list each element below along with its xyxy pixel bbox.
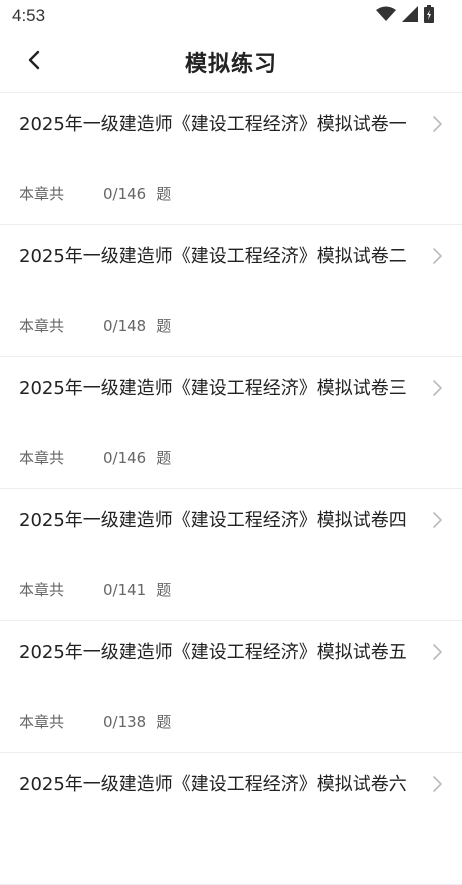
page-title: 模拟练习 <box>184 52 277 77</box>
item-title: 2025年一级建造师《建设工程经济》模拟试卷一 <box>19 114 407 135</box>
list-item[interactable]: 2025年一级建造师《建设工程经济》模拟试卷四 本章共 0/141 题 <box>0 489 462 621</box>
chevron-right-icon <box>430 379 444 397</box>
status-bar: 4:53 <box>0 0 462 32</box>
item-unit: 题 <box>156 581 172 599</box>
chevron-right-icon <box>430 247 444 265</box>
item-progress-count: 0/146 <box>103 184 147 203</box>
item-meta-label: 本章共 <box>19 317 65 335</box>
chevron-right-icon <box>430 115 444 133</box>
item-progress-count: 0/146 <box>103 448 147 467</box>
list-item[interactable]: 2025年一级建造师《建设工程经济》模拟试卷二 本章共 0/148 题 <box>0 225 462 357</box>
item-progress-count: 0/148 <box>103 316 147 335</box>
app-header: 模拟练习 <box>0 32 462 93</box>
item-meta-label: 本章共 <box>19 713 65 731</box>
chevron-right-icon <box>430 511 444 529</box>
list-item[interactable]: 2025年一级建造师《建设工程经济》模拟试卷一 本章共 0/146 题 <box>0 93 462 225</box>
chevron-right-icon <box>430 643 444 661</box>
item-meta: 本章共 0/146 题 <box>19 447 171 468</box>
list-item[interactable]: 2025年一级建造师《建设工程经济》模拟试卷六 <box>0 753 462 885</box>
battery-icon <box>424 5 434 27</box>
exam-list: 2025年一级建造师《建设工程经济》模拟试卷一 本章共 0/146 题 2025… <box>0 93 462 885</box>
item-unit: 题 <box>156 449 172 467</box>
list-item[interactable]: 2025年一级建造师《建设工程经济》模拟试卷五 本章共 0/138 题 <box>0 621 462 753</box>
wifi-icon <box>376 6 396 26</box>
status-time: 4:53 <box>12 6 46 25</box>
list-item[interactable]: 2025年一级建造师《建设工程经济》模拟试卷三 本章共 0/146 题 <box>0 357 462 489</box>
item-title: 2025年一级建造师《建设工程经济》模拟试卷六 <box>19 774 407 795</box>
item-unit: 题 <box>156 713 172 731</box>
item-meta-label: 本章共 <box>19 185 65 203</box>
item-meta-label: 本章共 <box>19 449 65 467</box>
item-title: 2025年一级建造师《建设工程经济》模拟试卷五 <box>19 642 407 663</box>
status-icons <box>376 5 434 27</box>
item-meta: 本章共 0/146 题 <box>19 183 171 204</box>
item-progress-count: 0/141 <box>103 580 147 599</box>
chevron-right-icon <box>430 775 444 793</box>
item-title: 2025年一级建造师《建设工程经济》模拟试卷四 <box>19 510 407 531</box>
item-unit: 题 <box>156 317 172 335</box>
item-title: 2025年一级建造师《建设工程经济》模拟试卷三 <box>19 378 407 399</box>
item-meta-label: 本章共 <box>19 581 65 599</box>
signal-icon <box>402 6 418 26</box>
item-meta: 本章共 0/148 题 <box>19 315 171 336</box>
item-progress-count: 0/138 <box>103 712 147 731</box>
item-meta: 本章共 0/138 题 <box>19 711 171 732</box>
item-title: 2025年一级建造师《建设工程经济》模拟试卷二 <box>19 246 407 267</box>
item-meta: 本章共 0/141 题 <box>19 579 171 600</box>
item-unit: 题 <box>156 185 172 203</box>
